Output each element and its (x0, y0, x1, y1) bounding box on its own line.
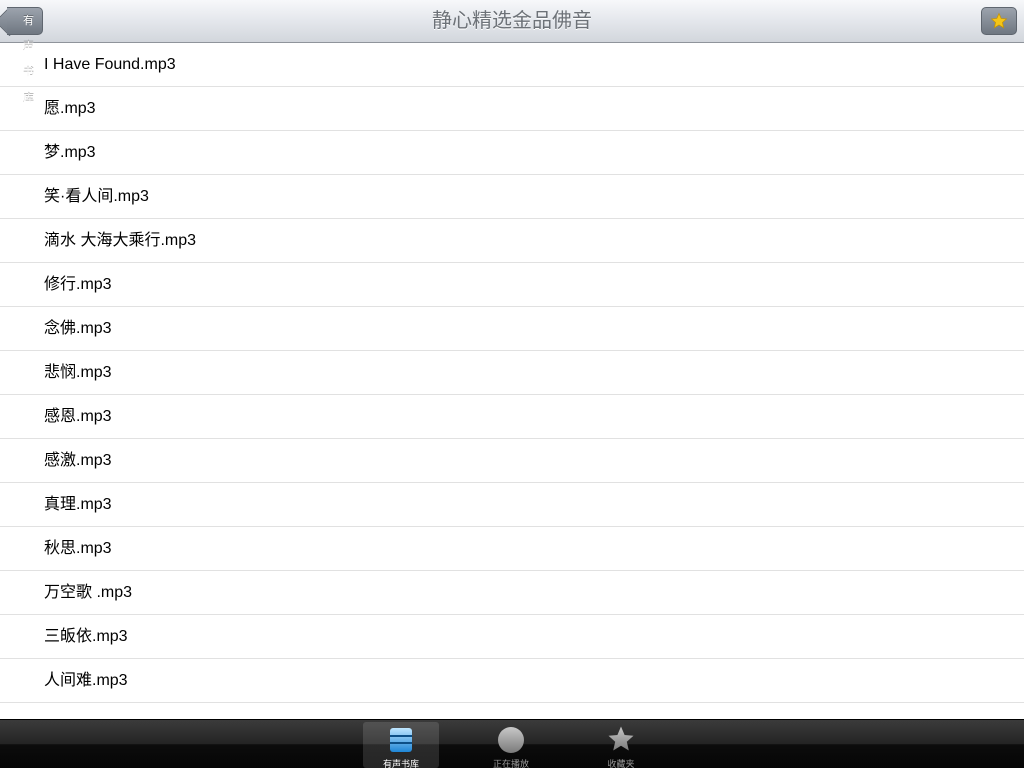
star-icon (990, 12, 1008, 29)
tab-now-playing-label: 正在播放 (492, 759, 529, 769)
tab-bar: 有声书库 正在播放 收藏夹 (0, 719, 1024, 769)
list-item[interactable]: 三皈依.mp3 (0, 615, 1024, 659)
list-item[interactable]: 人间难.mp3 (0, 659, 1024, 703)
list-item[interactable]: 感恩.mp3 (0, 395, 1024, 439)
list-item[interactable]: 真理.mp3 (0, 483, 1024, 527)
navigation-bar: 静心精选金品佛音 有声书库 (0, 0, 1024, 105)
now-playing-icon (498, 727, 524, 753)
library-icon (390, 728, 412, 752)
tab-library-label: 有声书库 (382, 759, 419, 769)
tab-library[interactable]: 有声书库 (363, 722, 439, 769)
list-item[interactable]: 滴水 大海大乘行.mp3 (0, 219, 1024, 263)
list-item[interactable]: 念佛.mp3 (0, 307, 1024, 351)
favorite-button[interactable] (981, 7, 1017, 35)
track-list[interactable]: I Have Found.mp3 愿.mp3 梦.mp3 笑·看人间.mp3 滴… (0, 43, 1024, 719)
list-item[interactable]: 笑·看人间.mp3 (0, 175, 1024, 219)
tab-favorites[interactable]: 收藏夹 (583, 722, 659, 769)
back-button[interactable]: 有声书库 (7, 7, 43, 105)
tab-now-playing[interactable]: 正在播放 (473, 722, 549, 769)
page-title: 静心精选金品佛音 (432, 10, 592, 32)
star-icon (608, 726, 634, 751)
list-item[interactable]: 悲悯.mp3 (0, 351, 1024, 395)
list-item[interactable]: 修行.mp3 (0, 263, 1024, 307)
list-item[interactable]: 梦.mp3 (0, 131, 1024, 175)
list-item[interactable]: 万空歌 .mp3 (0, 571, 1024, 615)
list-item[interactable]: I Have Found.mp3 (0, 43, 1024, 87)
list-item[interactable]: 秋思.mp3 (0, 527, 1024, 571)
list-item[interactable]: 愿.mp3 (0, 87, 1024, 131)
list-item[interactable]: 感激.mp3 (0, 439, 1024, 483)
tab-favorites-label: 收藏夹 (607, 759, 635, 769)
